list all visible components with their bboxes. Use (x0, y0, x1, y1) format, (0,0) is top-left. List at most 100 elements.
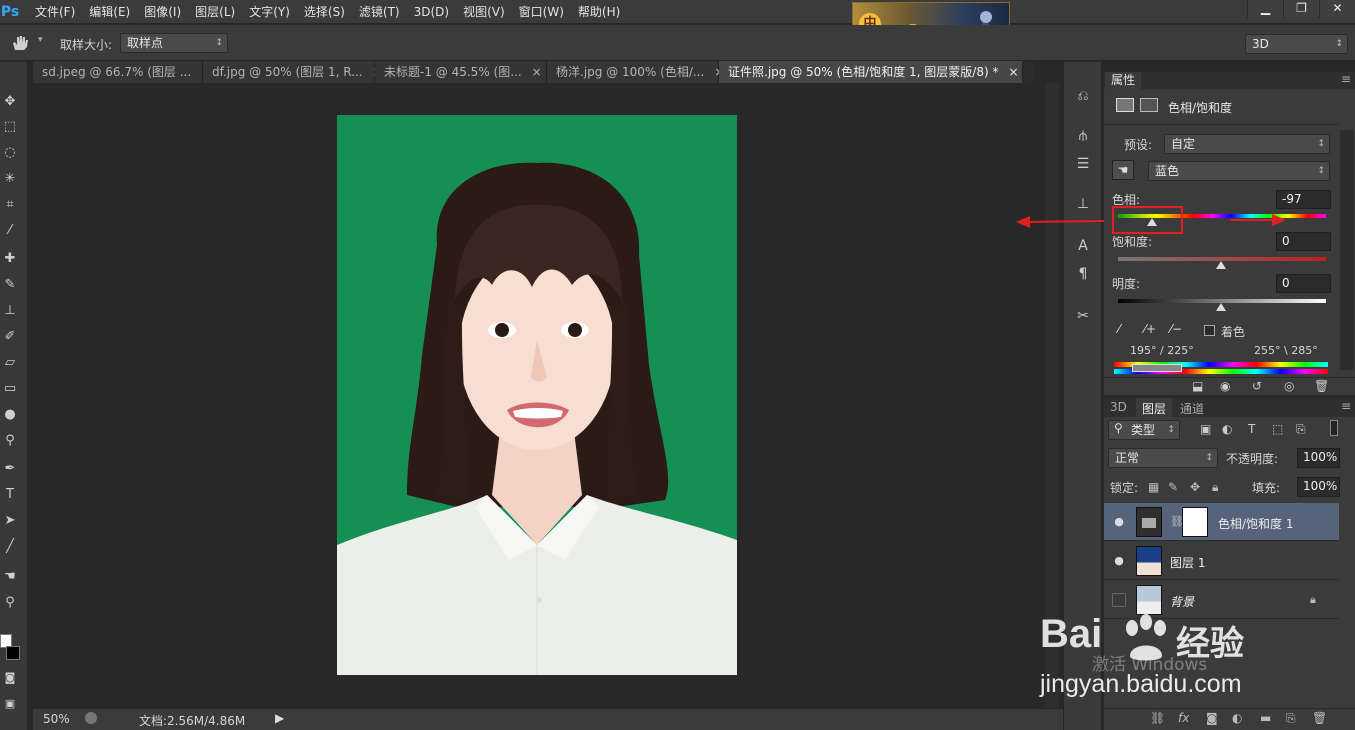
tool-presets-icon[interactable]: ✂ (1072, 306, 1094, 326)
layer-row-layer-1[interactable]: ● 图层 1 (1104, 542, 1339, 580)
lightness-input[interactable]: 0 (1276, 274, 1331, 293)
brush-settings-icon[interactable]: ☰ (1072, 154, 1094, 174)
character-panel-icon[interactable]: A (1072, 236, 1094, 256)
layers-panel-menu-icon[interactable]: ≡ (1341, 399, 1351, 413)
move-tool-icon[interactable]: ✥ (0, 92, 20, 112)
saturation-input[interactable]: 0 (1276, 232, 1331, 251)
status-info-icon[interactable] (85, 712, 97, 724)
mask-thumbnail[interactable] (1182, 507, 1208, 537)
targeted-adjustment-hand-icon[interactable]: ☚ (1112, 160, 1134, 180)
pen-tool-icon[interactable]: ✒ (0, 459, 20, 479)
tab-properties[interactable]: 属性 (1105, 72, 1142, 89)
tab-sd-jpeg[interactable]: sd.jpeg @ 66.7% (图层 ...× (33, 61, 211, 83)
filter-type-icon[interactable]: T (1248, 422, 1255, 436)
visibility-toggle[interactable] (1112, 593, 1126, 607)
tab-untitled-1[interactable]: 未标题-1 @ 45.5% (图... × (375, 61, 547, 83)
hand-tool-icon[interactable] (10, 34, 30, 52)
blend-mode-select[interactable]: 正常 (1108, 448, 1218, 468)
brush-tool-icon[interactable]: ✎ (0, 275, 20, 295)
gradient-tool-icon[interactable]: ▭ (0, 379, 20, 399)
tab-df-jpg[interactable]: df.jpg @ 50% (图层 1, R...× (203, 61, 383, 83)
menu-file[interactable]: 文件(F) (28, 0, 82, 24)
tab-3d[interactable]: 3D (1110, 400, 1127, 414)
dodge-tool-icon[interactable]: ⚲ (0, 431, 20, 451)
lock-position-icon[interactable]: ✥ (1190, 480, 1200, 494)
menu-help[interactable]: 帮助(H) (571, 0, 627, 24)
visibility-icon[interactable]: ◎ (1284, 379, 1294, 393)
status-menu-arrow-icon[interactable]: ▶ (275, 711, 284, 725)
tab-layers[interactable]: 图层 (1136, 398, 1173, 417)
type-tool-icon[interactable]: T (0, 485, 20, 505)
marquee-tool-icon[interactable]: ⬚ (0, 117, 20, 137)
lock-transparent-icon[interactable]: ▦ (1148, 480, 1159, 494)
canvas-area[interactable] (33, 83, 1035, 708)
fill-input[interactable]: 100% (1297, 477, 1340, 497)
view-previous-icon[interactable]: ◉ (1220, 379, 1230, 393)
menu-edit[interactable]: 编辑(E) (82, 0, 137, 24)
eyedropper-tool-icon[interactable]: ⁄ (0, 221, 20, 241)
eye-icon[interactable]: ● (1112, 554, 1126, 568)
saturation-slider-thumb[interactable] (1216, 261, 1226, 269)
eraser-tool-icon[interactable]: ▱ (0, 353, 20, 373)
layer-name[interactable]: 背景 (1170, 593, 1194, 610)
blur-tool-icon[interactable]: ● (0, 405, 20, 425)
healing-brush-tool-icon[interactable]: ✚ (0, 249, 20, 269)
brush-presets-icon[interactable]: ⫛ (1072, 126, 1094, 146)
filter-smart-object-icon[interactable]: ⎘ (1296, 422, 1306, 437)
range-slider[interactable] (1132, 364, 1182, 372)
mask-icon[interactable] (1140, 98, 1158, 112)
restore-button[interactable]: ❐ (1283, 0, 1319, 18)
eyedropper-minus-icon[interactable]: ⁄− (1170, 322, 1182, 336)
minimize-button[interactable]: ▁ (1247, 0, 1283, 18)
stamp-tool-icon[interactable]: ⊥ (0, 301, 20, 321)
layer-name[interactable]: 色相/饱和度 1 (1218, 515, 1294, 532)
menu-3d[interactable]: 3D(D) (407, 0, 456, 24)
opacity-input[interactable]: 100% (1297, 448, 1340, 468)
lock-all-icon[interactable]: 🔒︎ (1212, 480, 1218, 495)
layer-row-hue-saturation[interactable]: ● ⛓ 色相/饱和度 1 (1104, 503, 1339, 541)
history-panel-icon[interactable]: ⎌ (1072, 86, 1094, 106)
menu-window[interactable]: 窗口(W) (512, 0, 571, 24)
filter-adjustment-icon[interactable]: ◐ (1222, 422, 1232, 436)
colorize-checkbox[interactable] (1204, 325, 1215, 336)
layer-name[interactable]: 图层 1 (1170, 554, 1205, 571)
background-color-swatch[interactable] (6, 646, 20, 660)
path-selection-tool-icon[interactable]: ➤ (0, 511, 20, 531)
filter-shape-icon[interactable]: ⬚ (1272, 422, 1283, 436)
eyedropper-plus-icon[interactable]: ⁄+ (1144, 322, 1156, 336)
history-brush-tool-icon[interactable]: ✐ (0, 327, 20, 347)
menu-layer[interactable]: 图层(L) (188, 0, 242, 24)
channel-select[interactable]: 蓝色 (1148, 161, 1330, 181)
close-icon[interactable]: × (1008, 61, 1018, 83)
id-photo-canvas[interactable] (337, 115, 737, 675)
lock-image-icon[interactable]: ✎ (1168, 480, 1178, 494)
properties-scrollbar[interactable] (1340, 130, 1354, 370)
filter-pixel-icon[interactable]: ▣ (1200, 422, 1211, 436)
preset-select[interactable]: 自定 (1164, 134, 1330, 154)
tab-id-photo[interactable]: 证件照.jpg @ 50% (色相/饱和度 1, 图层蒙版/8) * × (719, 61, 1023, 83)
screen-mode-icon[interactable]: ▣ (0, 694, 20, 714)
menu-image[interactable]: 图像(I) (137, 0, 188, 24)
zoom-tool-icon[interactable]: ⚲ (0, 593, 20, 613)
magic-wand-tool-icon[interactable]: ✳ (0, 169, 20, 189)
delete-adjustment-icon[interactable]: 🗑 (1314, 379, 1329, 393)
tab-channels[interactable]: 通道 (1180, 400, 1204, 417)
crop-tool-icon[interactable]: ⌗ (0, 195, 20, 215)
menu-type[interactable]: 文字(Y) (242, 0, 297, 24)
tool-preset-chevron-icon[interactable]: ▾ (38, 35, 43, 45)
hand-tool-sidebar-icon[interactable]: ☚ (0, 567, 20, 587)
tab-yangyang-jpg[interactable]: 杨洋.jpg @ 100% (色相/...× (547, 61, 724, 83)
panel-menu-icon[interactable]: ≡ (1341, 72, 1351, 86)
close-icon[interactable]: × (532, 61, 542, 83)
quick-mask-icon[interactable]: ◙ (0, 668, 20, 688)
paragraph-panel-icon[interactable]: ¶ (1072, 264, 1094, 284)
lightness-slider-thumb[interactable] (1216, 303, 1226, 311)
hue-input[interactable]: -97 (1276, 190, 1331, 209)
reset-icon[interactable]: ↺ (1252, 379, 1262, 393)
sample-size-select[interactable]: 取样点 (120, 33, 228, 53)
lasso-tool-icon[interactable]: ◌ (0, 143, 20, 163)
eyedropper-icon[interactable]: ⁄ (1118, 322, 1120, 336)
clip-to-layer-icon[interactable]: ⬓ (1192, 379, 1203, 393)
zoom-level[interactable]: 50% (43, 712, 70, 726)
eye-icon[interactable]: ● (1112, 515, 1126, 529)
